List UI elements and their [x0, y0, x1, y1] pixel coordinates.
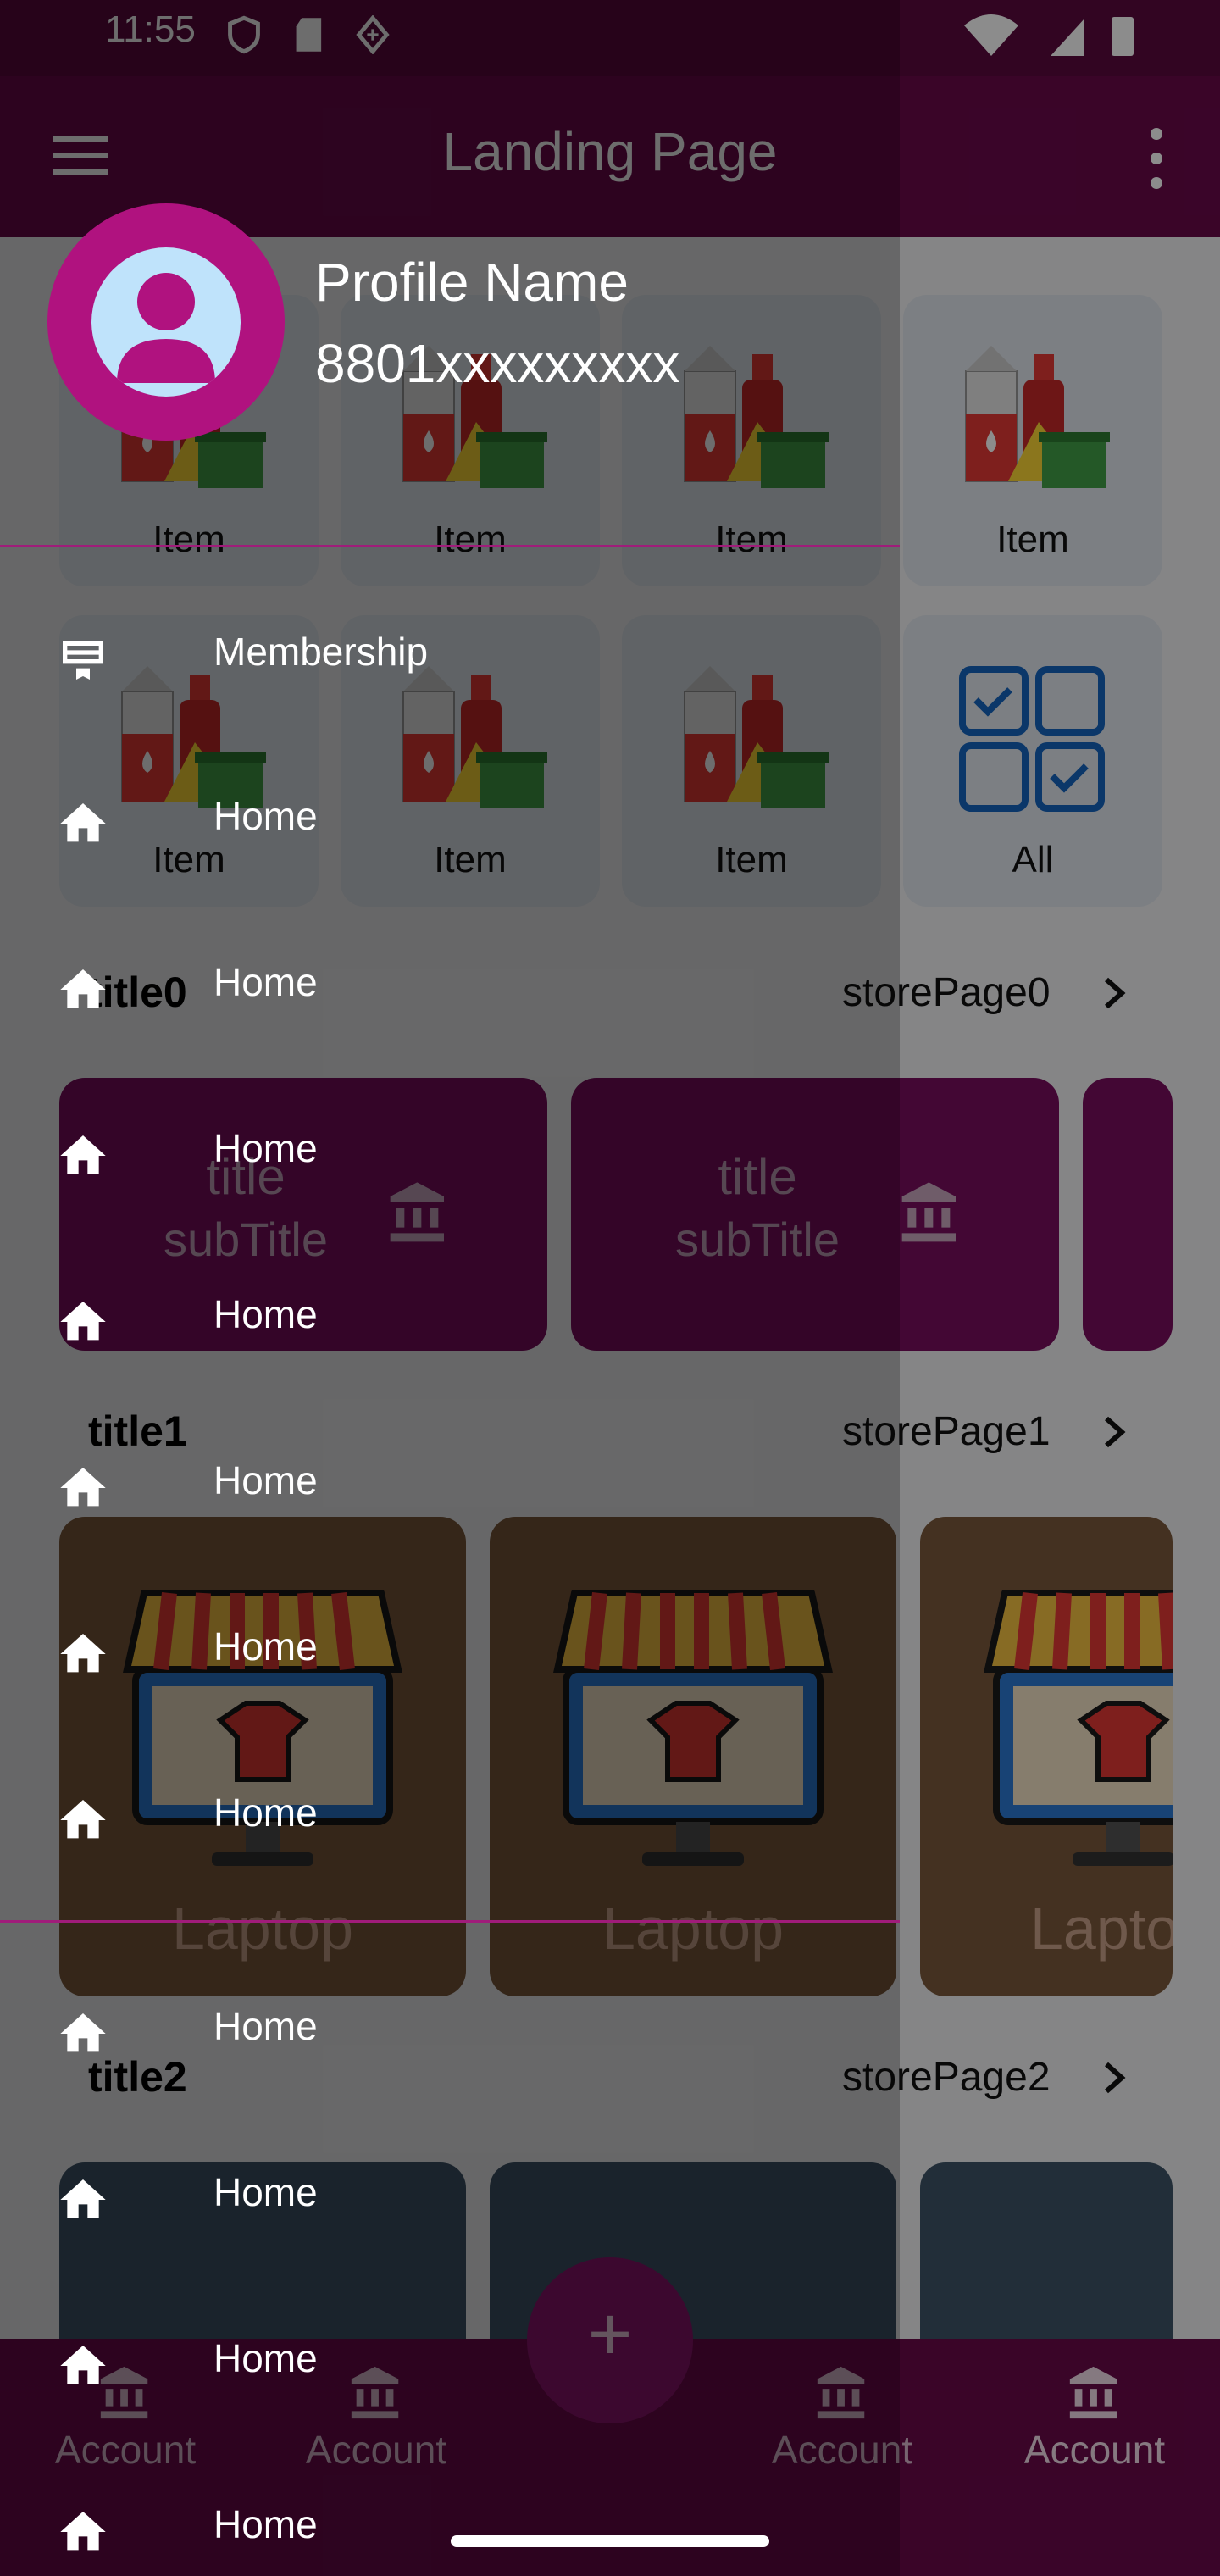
- drawer-item-label: Home: [214, 1790, 318, 1835]
- drawer-item-home[interactable]: Home: [0, 1771, 900, 1864]
- drawer-item-home[interactable]: Home: [0, 2317, 900, 2410]
- home-icon: [53, 1461, 114, 1515]
- drawer-item-home[interactable]: Home: [0, 1439, 900, 1532]
- profile-phone: 8801xxxxxxxxx: [315, 333, 680, 394]
- drawer-item-label: Membership: [214, 630, 429, 674]
- drawer-item-label: Home: [214, 2004, 318, 2048]
- drawer-item-label: Home: [214, 1458, 318, 1502]
- home-icon: [53, 1793, 114, 1847]
- home-icon: [53, 2505, 114, 2559]
- drawer-item-label: Home: [214, 960, 318, 1004]
- home-icon: [53, 2339, 114, 2393]
- home-icon: [53, 1129, 114, 1183]
- home-icon: [53, 1295, 114, 1349]
- drawer-item-label: Home: [214, 794, 318, 838]
- home-indicator[interactable]: [451, 2535, 769, 2547]
- drawer-item-label: Home: [214, 1292, 318, 1336]
- drawer-item-label: Home: [214, 2170, 318, 2214]
- avatar[interactable]: [47, 203, 285, 441]
- drawer-item-label: Home: [214, 1126, 318, 1170]
- drawer-item-home[interactable]: Home: [0, 1605, 900, 1698]
- drawer-item-home[interactable]: Home: [0, 941, 900, 1034]
- drawer-item-home[interactable]: Home: [0, 774, 900, 868]
- drawer-item-home[interactable]: Home: [0, 1985, 900, 2078]
- drawer-header: Profile Name 8801xxxxxxxxx: [0, 0, 900, 546]
- profile-name: Profile Name: [315, 252, 629, 313]
- drawer-divider: [0, 1920, 900, 1923]
- drawer-item-label: Home: [214, 2502, 318, 2546]
- drawer-item-home[interactable]: Home: [0, 2151, 900, 2244]
- home-icon: [53, 1627, 114, 1681]
- drawer-item-membership[interactable]: Membership: [0, 610, 900, 703]
- home-icon: [53, 797, 114, 851]
- drawer-item-label: Home: [214, 2336, 318, 2380]
- drawer-item-home[interactable]: Home: [0, 1107, 900, 1200]
- home-icon: [53, 2173, 114, 2227]
- home-icon: [53, 2007, 114, 2061]
- person-icon: [92, 247, 241, 397]
- drawer-item-home[interactable]: Home: [0, 2483, 900, 2576]
- drawer-item-label: Home: [214, 1624, 318, 1668]
- card-icon: [53, 632, 114, 686]
- drawer-divider: [0, 545, 900, 547]
- drawer-item-home[interactable]: Home: [0, 1273, 900, 1366]
- home-icon: [53, 963, 114, 1017]
- navigation-drawer: Profile Name 8801xxxxxxxxx Membership Ho…: [0, 0, 900, 2576]
